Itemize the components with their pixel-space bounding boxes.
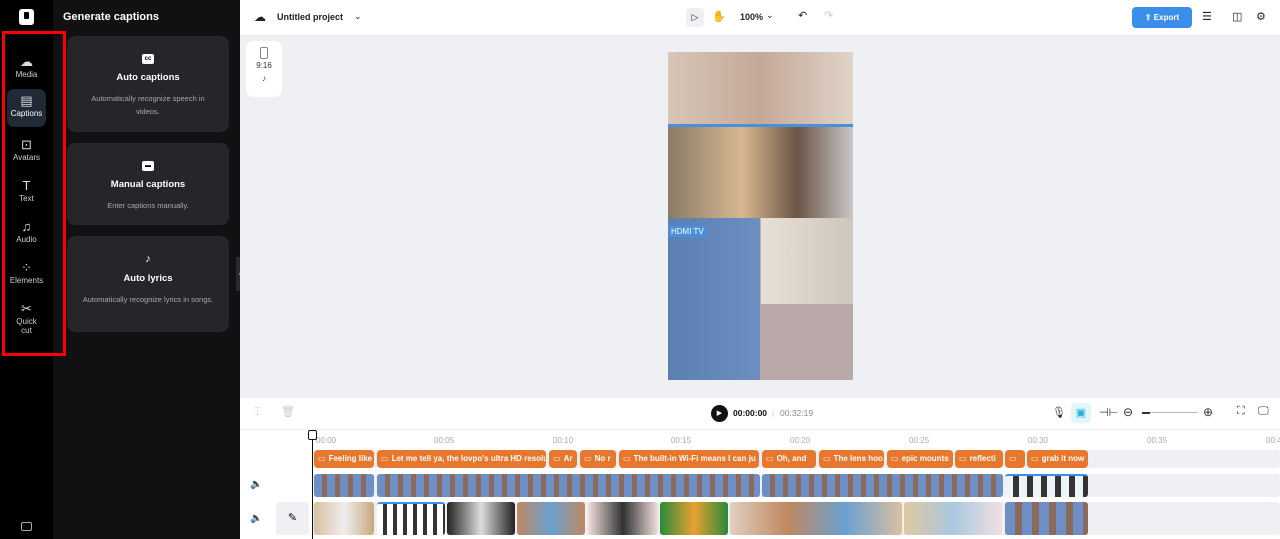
video-clip[interactable] (314, 474, 374, 497)
edit-cover-button[interactable]: ✎ (276, 502, 309, 535)
caption-clip[interactable]: The lens hoo (819, 450, 884, 468)
chevron-down-icon[interactable]: ⌄ (766, 10, 774, 21)
tick-label: 00:35 (1147, 436, 1168, 445)
playhead[interactable] (312, 430, 313, 539)
fullscreen-icon[interactable]: ⛶ (1237, 405, 1245, 418)
tick-label: 00:15 (671, 436, 692, 445)
video-clip[interactable] (377, 502, 445, 535)
avatar-icon: ⊡ (21, 137, 32, 152)
tiktok-icon: ♪ (262, 74, 266, 83)
tick-label: 00:00 (316, 436, 337, 445)
video-clip[interactable] (660, 502, 728, 535)
sidebar-item-media[interactable]: ☁ Media (7, 50, 46, 88)
sidebar-item-avatars[interactable]: ⊡ Avatars (7, 133, 46, 171)
volume-icon[interactable]: 🔈 (250, 513, 262, 524)
video-clip[interactable] (1005, 502, 1088, 535)
caption-clip[interactable]: Let me tell ya, the lovpo's ultra HD res… (377, 450, 546, 468)
cloud-upload-icon: ☁ (20, 54, 33, 69)
panel-title: Generate captions (63, 11, 159, 23)
layout-icon[interactable]: ☰ (1202, 10, 1212, 23)
play-button[interactable]: ▶ (711, 405, 728, 422)
caption-clip[interactable] (1005, 450, 1025, 468)
aspect-ratio-selector[interactable]: 9:16 ♪ (246, 41, 282, 97)
tick-label: 00:20 (790, 436, 811, 445)
video-preview[interactable]: HDMI TV (668, 52, 853, 380)
zoom-slider[interactable] (1142, 412, 1198, 414)
current-time: 00:00:00 (733, 408, 768, 418)
tick-label: 00:25 (909, 436, 930, 445)
sidebar-item-text[interactable]: T Text (7, 174, 46, 212)
microphone-icon[interactable]: 🎙 (1052, 406, 1066, 419)
auto-lyrics-card[interactable]: ♪ Auto lyrics Automatically recognize lyri… (67, 236, 229, 332)
caption-clip[interactable]: The built-in Wi-Fi means I can ju (619, 450, 759, 468)
tick-label: 00:4 (1266, 436, 1280, 445)
captions-panel: Generate captions cc Auto captions Automat… (53, 0, 240, 539)
preview-label: HDMI TV (668, 226, 707, 237)
left-nav-rail: ☁ Media ▤ Captions ⊡ Avatars T Text ♫ Audio ⁘… (0, 0, 53, 539)
video-clip[interactable] (904, 502, 1002, 535)
split-preview-icon[interactable]: ⊣⊢ (1099, 406, 1118, 419)
manual-captions-card[interactable]: ▬ Manual captions Enter captions manually. (67, 143, 229, 225)
upload-icon: ⇪ (1144, 13, 1154, 22)
caption-clip[interactable]: No r (580, 450, 616, 468)
phone-icon (260, 47, 268, 59)
video-clip[interactable] (517, 502, 585, 535)
time-separator: | (772, 408, 775, 418)
magnet-icon[interactable]: ▣ (1071, 403, 1091, 423)
zoom-select[interactable]: 100% (740, 12, 763, 22)
settings-icon[interactable]: ⚙ (1256, 10, 1266, 23)
app-logo[interactable] (19, 9, 34, 25)
caption-clip[interactable]: grab it now (1027, 450, 1088, 468)
zoom-out-icon[interactable]: ⊖ (1123, 405, 1133, 419)
panel-toggle-icon[interactable]: ◫ (1232, 10, 1242, 23)
keyboard-icon[interactable] (21, 522, 32, 531)
text-icon: T (22, 178, 31, 193)
caption-clip[interactable]: Feeling like (314, 450, 374, 468)
caption-clip[interactable]: reflecti (955, 450, 1003, 468)
video-clip[interactable] (447, 502, 515, 535)
delete-icon[interactable]: 🗑 (281, 405, 295, 418)
sidebar-item-elements[interactable]: ⁘ Elements (7, 256, 46, 294)
monitor-icon[interactable]: 🖵 (1258, 405, 1269, 418)
chevron-down-icon[interactable]: ⌄ (354, 11, 362, 22)
split-icon[interactable]: ⌶ (254, 406, 261, 419)
caption-clip[interactable]: Oh, and (762, 450, 816, 468)
video-clip[interactable] (730, 502, 902, 535)
elements-icon: ⁘ (21, 260, 32, 275)
tick-label: 00:10 (553, 436, 574, 445)
captions-icon: ▤ (20, 93, 33, 108)
cloud-icon: ☁ (254, 10, 266, 24)
volume-icon[interactable]: 🔈 (250, 479, 262, 490)
undo-icon[interactable]: ↶ (798, 9, 807, 22)
quick-cut-icon: ✂ (21, 301, 32, 316)
video-clip[interactable] (762, 474, 1003, 497)
top-bar: ☁ Untitled project ⌄ ▷ ✋ 100% ⌄ ↶ ↷ ☰ ◫ … (240, 0, 1280, 36)
select-tool-icon[interactable]: ▷ (686, 8, 704, 27)
pencil-icon: ✎ (287, 512, 298, 524)
tick-label: 00:30 (1028, 436, 1049, 445)
video-clip[interactable] (588, 502, 658, 535)
video-clip[interactable] (377, 474, 760, 497)
caption-clip[interactable]: Ar (549, 450, 577, 468)
redo-icon[interactable]: ↷ (824, 9, 833, 22)
cc-icon: cc (142, 54, 154, 64)
sidebar-item-captions[interactable]: ▤ Captions (7, 89, 46, 127)
video-clip[interactable] (1005, 474, 1088, 497)
export-button[interactable]: ⇪ Export (1132, 7, 1192, 28)
tick-label: 00:05 (434, 436, 455, 445)
sidebar-item-audio[interactable]: ♫ Audio (7, 215, 46, 253)
hand-tool-icon[interactable]: ✋ (712, 10, 726, 23)
subtitle-icon: ▬ (142, 161, 154, 171)
auto-captions-card[interactable]: cc Auto captions Automatically recognize s… (67, 36, 229, 132)
music-icon: ♫ (21, 219, 32, 234)
caption-clip[interactable]: epic mounts (887, 450, 953, 468)
playhead-handle[interactable] (308, 430, 317, 440)
video-clip[interactable] (314, 502, 374, 535)
total-duration: 00:32:19 (780, 408, 814, 418)
sidebar-item-quick-cut[interactable]: ✂ Quick cut (7, 297, 46, 339)
zoom-in-icon[interactable]: ⊕ (1203, 405, 1213, 419)
lyrics-icon: ♪ (145, 253, 151, 265)
project-title[interactable]: Untitled project (277, 12, 343, 22)
